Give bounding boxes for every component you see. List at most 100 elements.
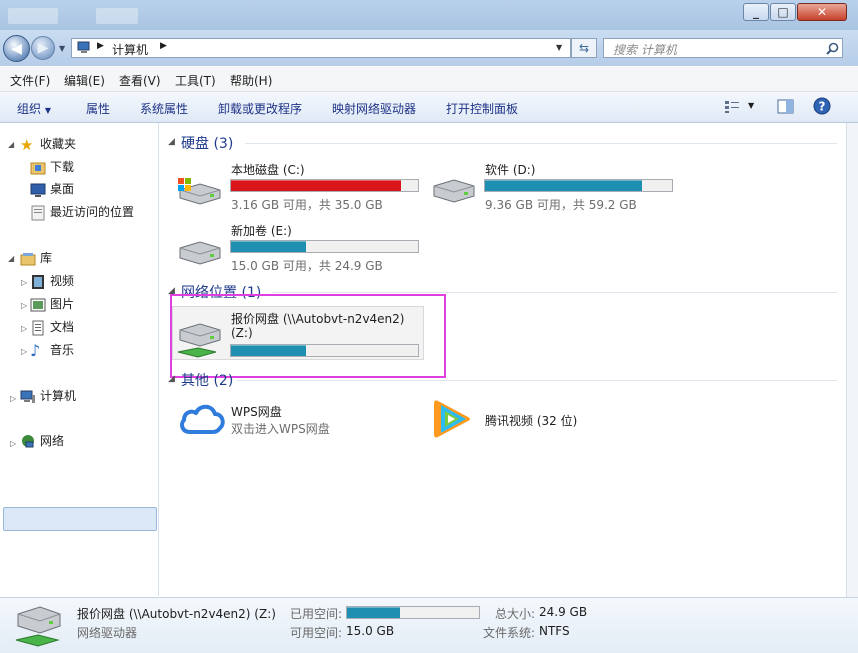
details-used-label: 已用空间: <box>290 607 343 621</box>
drive-d-usage-bar <box>484 179 673 192</box>
menu-bar: 文件(F) 编辑(E) 查看(V) 工具(T) 帮助(H) <box>0 67 858 92</box>
svg-text:?: ? <box>819 100 826 114</box>
scrollbar-track[interactable] <box>846 123 858 597</box>
video-icon <box>32 274 44 289</box>
maximize-button[interactable]: □ <box>770 3 796 21</box>
other-collapse-icon[interactable]: ◢ <box>168 374 175 384</box>
map-network-drive-button[interactable]: 映射网络驱动器 <box>332 100 416 117</box>
system-properties-button[interactable]: 系统属性 <box>140 100 188 117</box>
nav-recent-places[interactable]: 最近访问的位置 <box>30 202 134 222</box>
view-options-dropdown-icon[interactable]: ▼ <box>748 101 754 110</box>
view-options-icon[interactable] <box>724 99 740 114</box>
details-pane: 报价网盘 (\\Autobvt-n2v4en2) (Z:) 网络驱动器 已用空间… <box>0 597 858 653</box>
nav-videos[interactable]: 视频 <box>30 271 74 291</box>
star-icon: ★ <box>20 135 34 154</box>
drive-e-label[interactable]: 新加卷 (E:) <box>231 222 292 239</box>
pictures-expand-icon[interactable]: ▷ <box>21 301 27 310</box>
help-icon[interactable]: ? <box>813 97 831 115</box>
organize-dropdown-icon: ▼ <box>44 106 51 115</box>
title-ghost-left <box>8 8 58 24</box>
address-bar[interactable]: ▶ 计算机 ▶ ▼ <box>71 38 571 58</box>
details-usage-bar <box>346 606 480 619</box>
nav-desktop[interactable]: 桌面 <box>30 179 74 199</box>
hard-disks-collapse-icon[interactable]: ◢ <box>168 137 175 147</box>
documents-icon <box>32 320 44 335</box>
favorites-expand-icon[interactable]: ◢ <box>8 140 14 149</box>
search-input[interactable]: 搜索 计算机 <box>603 38 843 58</box>
menu-view[interactable]: 查看(V) <box>119 72 161 89</box>
preview-pane-icon[interactable] <box>777 99 794 114</box>
details-fs-value: NTFS <box>539 624 570 638</box>
nav-pictures[interactable]: 图片 <box>30 294 74 314</box>
close-button[interactable]: ✕ <box>797 3 847 21</box>
drive-c-label[interactable]: 本地磁盘 (C:) <box>231 161 305 178</box>
documents-expand-icon[interactable]: ▷ <box>21 324 27 333</box>
breadcrumb-computer[interactable]: 计算机 <box>112 41 148 58</box>
network-locations-divider <box>272 292 837 293</box>
windows-drive-icon <box>178 178 221 205</box>
nav-documents[interactable]: 文档 <box>30 317 74 337</box>
uninstall-program-button[interactable]: 卸载或更改程序 <box>218 100 302 117</box>
computer-icon <box>77 41 90 53</box>
drive-e-usage-fill <box>231 241 306 252</box>
details-free-label: 可用空间: <box>290 626 343 640</box>
open-control-panel-button[interactable]: 打开控制面板 <box>446 100 518 117</box>
network-expand-icon[interactable]: ▷ <box>10 439 16 448</box>
recent-pages-chevron-icon[interactable]: ▼ <box>59 44 65 53</box>
computer-expand-icon[interactable]: ▷ <box>10 394 16 403</box>
nav-computer[interactable]: 计算机 <box>20 386 76 406</box>
computer-icon <box>20 390 35 403</box>
pictures-icon <box>30 298 46 311</box>
details-total-value: 24.9 GB <box>539 605 588 619</box>
nav-computer-selection <box>3 507 157 531</box>
nav-downloads[interactable]: 下载 <box>30 157 74 177</box>
search-placeholder: 搜索 计算机 <box>613 43 677 57</box>
recent-places-icon <box>31 205 45 220</box>
nav-libraries[interactable]: 库 <box>20 248 52 268</box>
properties-button[interactable]: 属性 <box>86 100 110 117</box>
hard-disks-divider <box>245 143 837 144</box>
group-other[interactable]: 其他 (2) <box>181 370 233 390</box>
menu-tools[interactable]: 工具(T) <box>175 72 216 89</box>
other-divider <box>237 380 837 381</box>
drive-d-usage-fill <box>485 180 643 191</box>
nav-favorites[interactable]: ★ 收藏夹 <box>20 134 76 154</box>
search-icon[interactable] <box>826 42 839 55</box>
downloads-folder-icon <box>30 162 46 174</box>
forward-arrow-icon: ▶ <box>37 40 49 56</box>
refresh-button[interactable]: ⇆ <box>571 38 597 58</box>
menu-edit[interactable]: 编辑(E) <box>64 72 105 89</box>
drive-d-label[interactable]: 软件 (D:) <box>485 161 535 178</box>
videos-expand-icon[interactable]: ▷ <box>21 278 27 287</box>
nav-network[interactable]: 网络 <box>20 431 64 451</box>
libraries-expand-icon[interactable]: ◢ <box>8 254 14 263</box>
drive-d-space: 9.36 GB 可用，共 59.2 GB <box>485 198 637 212</box>
menu-help[interactable]: 帮助(H) <box>230 72 272 89</box>
command-bar: 组织 ▼ 属性 系统属性 卸载或更改程序 映射网络驱动器 打开控制面板 ▼ ? <box>0 92 858 123</box>
wps-drive-name: WPS网盘 <box>231 405 282 419</box>
address-dropdown-icon[interactable]: ▼ <box>556 43 562 52</box>
refresh-icon: ⇆ <box>578 41 590 55</box>
breadcrumb-chevron-icon[interactable]: ▶ <box>160 41 167 51</box>
minimize-button[interactable]: _ <box>743 3 769 21</box>
drive-icon <box>179 241 221 265</box>
drive-c-space: 3.16 GB 可用，共 35.0 GB <box>231 198 383 212</box>
library-icon <box>20 252 36 265</box>
menu-file[interactable]: 文件(F) <box>10 72 50 89</box>
network-drive-large-icon <box>15 606 61 647</box>
network-icon <box>22 434 34 447</box>
title-ghost-right <box>96 8 138 24</box>
music-expand-icon[interactable]: ▷ <box>21 347 27 356</box>
navigation-pane: ◢ ★ 收藏夹 下载 桌面 最近访问的位置 ◢ 库 ▷ 视频 ▷ 图片 ▷ 文档 … <box>0 123 159 596</box>
details-total-label: 总大小: <box>495 607 536 621</box>
wps-drive-sub: 双击进入WPS网盘 <box>231 422 330 436</box>
breadcrumb-separator-icon: ▶ <box>97 41 104 51</box>
group-hard-disks[interactable]: 硬盘 (3) <box>181 133 233 153</box>
back-button[interactable]: ◀ <box>3 35 30 62</box>
highlight-annotation-box <box>170 294 446 378</box>
forward-button[interactable]: ▶ <box>31 36 55 60</box>
nav-music[interactable]: ♪ 音乐 <box>30 340 74 360</box>
drive-c-usage-fill <box>231 180 402 191</box>
details-fs-label: 文件系统: <box>483 626 536 640</box>
organize-button[interactable]: 组织 ▼ <box>17 100 51 117</box>
